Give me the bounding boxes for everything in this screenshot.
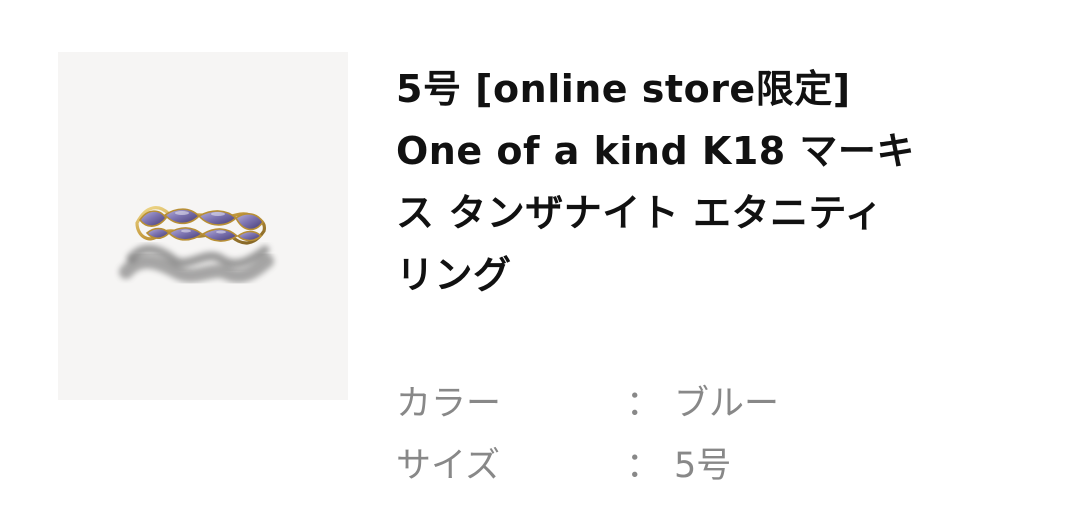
size-separator: ： [626,446,662,486]
color-label: カラー [396,384,502,424]
product-title-line: ス タンザナイト エタニティ [396,191,884,235]
color-spec-row: カラー ： ブルー [396,376,1016,438]
product-title[interactable]: 5号 [online store限定] One of a kind K18 マー… [396,58,1036,306]
size-value: 5号 [674,446,732,486]
color-separator: ： [626,384,662,424]
product-title-line: リング [396,253,512,297]
product-specs: カラー ： ブルー サイズ ： 5号 [396,376,1016,500]
product-title-line: One of a kind K18 マーキ [396,129,915,173]
ring-image [119,206,274,283]
product-card: 5号 [online store限定] One of a kind K18 マー… [0,0,1080,508]
size-label: サイズ [396,446,500,486]
product-title-line: 5号 [online store限定] [396,67,851,111]
product-image[interactable] [58,52,348,400]
size-spec-row: サイズ ： 5号 [396,438,1016,500]
color-value: ブルー [674,384,780,424]
